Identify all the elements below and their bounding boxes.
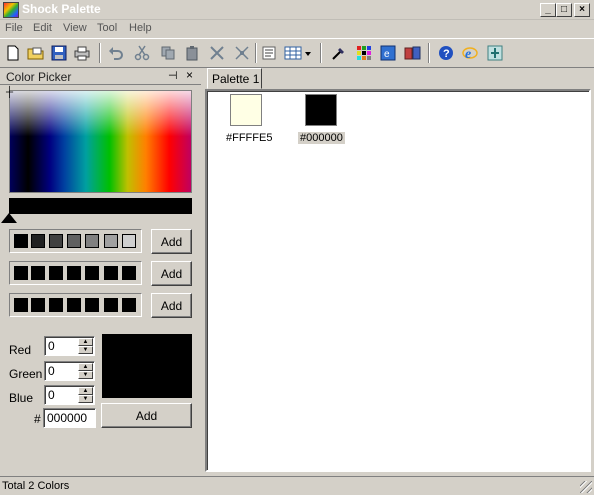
swatch-cell[interactable] [31,298,45,312]
print-icon[interactable] [71,42,93,64]
spin-up-icon[interactable]: ▲ [78,338,93,346]
hex-input[interactable]: 000000 [43,408,96,428]
color-preview [102,334,192,398]
swatch-cell[interactable] [85,234,99,248]
svg-text:?: ? [443,48,450,60]
palette-label-2: #000000 [298,132,345,144]
web-export-icon[interactable]: e [377,42,399,64]
swatch-cell[interactable] [122,266,136,280]
menu-view[interactable]: View [63,22,87,34]
swatch-cell[interactable] [49,234,63,248]
add-row-1-button[interactable]: Add [151,229,192,254]
menu-help[interactable]: Help [129,22,152,34]
green-label: Green [9,367,43,381]
app-icon [3,2,19,18]
delete-icon[interactable] [206,42,228,64]
about-icon[interactable] [484,42,506,64]
swatch-cell[interactable] [31,234,45,248]
add-row-2-button[interactable]: Add [151,261,192,286]
color-spectrum[interactable]: ┼ [6,87,192,193]
color-table-icon[interactable] [353,42,375,64]
menu-bar: File Edit View Tool Help [0,20,594,38]
help-icon[interactable]: ? [435,42,457,64]
crosshair-icon: ┼ [6,87,14,98]
add-color-button[interactable]: Add [101,403,192,428]
svg-text:e: e [384,49,390,60]
swatch-cell[interactable] [14,234,28,248]
tab-palette-1[interactable]: Palette 1 [207,68,262,89]
palette-area[interactable]: #FFFFE5 #000000 [205,89,591,472]
swatch-cell[interactable] [14,266,28,280]
swatch-cell[interactable] [67,298,81,312]
maximize-button[interactable]: □ [556,3,572,17]
spin-down-icon[interactable]: ▼ [78,395,93,403]
swatch-cell[interactable] [122,234,136,248]
swatch-cell[interactable] [122,298,136,312]
palette-swatch-1[interactable] [230,94,262,126]
merge-icon[interactable] [231,42,253,64]
save-icon[interactable] [48,42,70,64]
svg-text:e: e [465,47,471,61]
luminance-bar[interactable] [9,198,192,214]
red-label: Red [9,343,32,357]
menu-file[interactable]: File [5,22,23,34]
status-text: Total 2 Colors [2,480,70,492]
menu-tool[interactable]: Tool [97,22,117,34]
spin-down-icon[interactable]: ▼ [78,346,93,354]
red-spinner[interactable]: 0 ▲ ▼ [44,336,95,356]
swatch-cell[interactable] [49,266,63,280]
ie-icon[interactable]: e [459,42,481,64]
title-bar: Shock Palette _ □ × [0,0,594,20]
spin-up-icon[interactable]: ▲ [78,363,93,371]
swatch-cell[interactable] [67,234,81,248]
panel-close-icon[interactable]: × [186,68,193,82]
color-picker-header: Color Picker ⊣ × [0,68,201,85]
green-value: 0 [48,364,55,378]
eyedropper-icon[interactable] [328,42,350,64]
red-value: 0 [48,339,55,353]
list-view-icon[interactable] [258,42,280,64]
swatch-cell[interactable] [31,266,45,280]
resize-grip-icon[interactable] [580,481,592,493]
blue-label: Blue [9,391,34,405]
toolbar: e ? e [0,38,594,68]
copy-icon[interactable] [157,42,179,64]
color-picker-title: Color Picker [6,70,72,84]
green-spinner[interactable]: 0 ▲ ▼ [44,361,95,381]
swatch-row-3 [9,293,142,317]
open-icon[interactable] [25,42,47,64]
luminance-slider-icon[interactable] [1,213,17,223]
status-bar: Total 2 Colors [0,476,594,495]
spin-down-icon[interactable]: ▼ [78,371,93,379]
library-icon[interactable] [402,42,424,64]
undo-icon[interactable] [105,42,127,64]
swatch-cell[interactable] [49,298,63,312]
window-title: Shock Palette [22,2,101,16]
pin-icon[interactable]: ⊣ [168,69,178,82]
blue-value: 0 [48,388,55,402]
swatch-cell[interactable] [104,298,118,312]
grid-view-icon[interactable] [282,42,314,64]
swatch-cell[interactable] [104,266,118,280]
swatch-cell[interactable] [85,266,99,280]
swatch-cell[interactable] [67,266,81,280]
paste-icon[interactable] [181,42,203,64]
cut-icon[interactable] [131,42,153,64]
new-icon[interactable] [2,42,24,64]
add-row-3-button[interactable]: Add [151,293,192,318]
swatch-cell[interactable] [85,298,99,312]
close-button[interactable]: × [574,3,590,17]
swatch-row-2 [9,261,142,285]
palette-swatch-2[interactable] [305,94,337,126]
palette-label-1: #FFFFE5 [226,132,273,144]
swatch-cell[interactable] [104,234,118,248]
minimize-button[interactable]: _ [540,3,556,17]
spin-up-icon[interactable]: ▲ [78,387,93,395]
blue-spinner[interactable]: 0 ▲ ▼ [44,385,95,405]
tab-bar: Palette 1 [201,68,594,89]
swatch-cell[interactable] [14,298,28,312]
swatch-row-1 [9,229,142,253]
menu-edit[interactable]: Edit [33,22,52,34]
hash-label: # [34,412,41,426]
